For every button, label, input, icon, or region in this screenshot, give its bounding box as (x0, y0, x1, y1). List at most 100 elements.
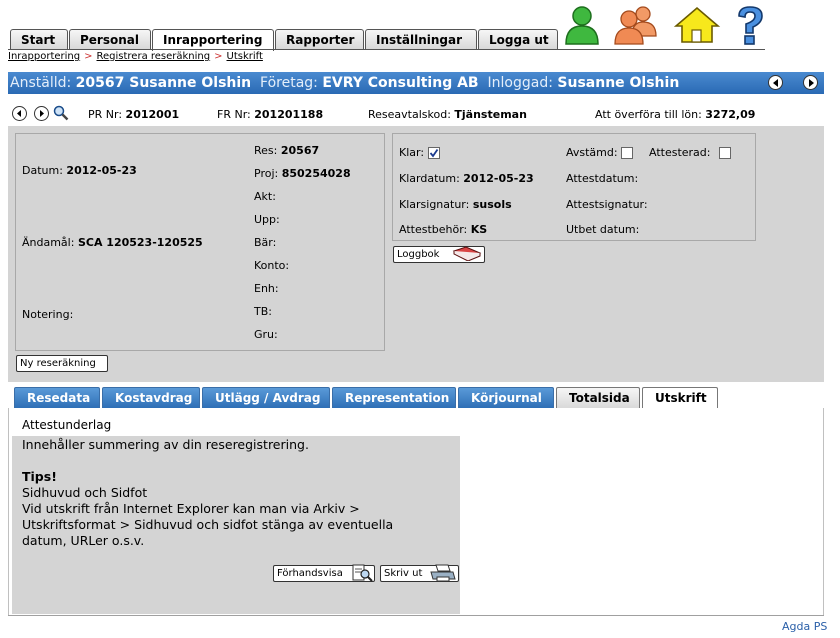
users-group-icon[interactable] (612, 4, 657, 46)
andamal-label: Ändamål: (22, 236, 75, 249)
tab-utskrift[interactable]: Utskrift (642, 387, 718, 409)
klar-field: Klar: (399, 146, 440, 159)
home-icon[interactable] (672, 4, 721, 46)
avstamd-checkbox[interactable] (621, 147, 634, 159)
nav-tab-personal[interactable]: Personal (69, 29, 151, 50)
employee-label: Anställd: (10, 75, 72, 91)
section-tabs: Resedata Kostavdrag Utlägg / Avdrag Repr… (14, 387, 720, 409)
company-label: Företag: (260, 75, 318, 91)
next-record-icon[interactable] (34, 106, 49, 121)
bar-label: Bär: (254, 236, 277, 249)
nav-tab-installningar[interactable]: Inställningar (365, 29, 477, 50)
nav-tab-rapporter[interactable]: Rapporter (275, 29, 364, 50)
andamal-field: Ändamål: SCA 120523-120525 (22, 236, 203, 249)
preview-icon (352, 564, 373, 582)
breadcrumb: Inrapportering > Registrera reseräkning > Ut… (8, 51, 263, 62)
proj-value: 850254028 (281, 167, 351, 180)
pr-value: 2012001 (125, 108, 180, 121)
klardatum-label: Klardatum: (399, 172, 460, 185)
enh-label: Enh: (254, 282, 279, 295)
avstamd-field: Avstämd: (566, 146, 634, 159)
footer-divider (8, 615, 824, 616)
tab-representation[interactable]: Representation (332, 387, 456, 408)
avstamd-label: Avstämd: (566, 146, 618, 159)
gru-label: Gru: (254, 328, 278, 341)
utbet-datum-label: Utbet datum: (566, 223, 640, 236)
print-label: Skriv ut (384, 568, 423, 579)
nav-tab-logga-ut[interactable]: Logga ut (478, 29, 558, 50)
klardatum-value: 2012-05-23 (463, 172, 534, 185)
travel-agreement-code: Reseavtalskod: Tjänsteman (368, 108, 527, 121)
tab-utlagg-avdrag[interactable]: Utlägg / Avdrag (202, 387, 330, 408)
klar-checkbox[interactable] (427, 147, 440, 159)
klar-label: Klar: (399, 146, 425, 159)
footer-brand: Agda PS (782, 620, 828, 633)
proj-field: Proj: 850254028 (254, 167, 351, 180)
res-label: Res: (254, 144, 278, 157)
salary-transfer-amount: Att överföra till lön: 3272,09 (595, 108, 755, 121)
nav-tab-start[interactable]: Start (10, 29, 68, 50)
notering-label: Notering: (22, 308, 74, 321)
nav-tab-inrapportering[interactable]: Inrapportering (152, 29, 274, 51)
attesterad-field: Attesterad: (649, 146, 731, 159)
attesterad-label: Attesterad: (649, 146, 711, 159)
search-icon[interactable] (53, 105, 69, 121)
previous-record-icon[interactable] (12, 106, 27, 121)
employee-header-bar: Anställd: 20567 Susanne Olshin Företag: … (8, 72, 824, 94)
logged-in-value: Susanne Olshin (557, 75, 680, 91)
breadcrumb-utskrift[interactable]: Utskrift (227, 51, 263, 62)
user-icon[interactable] (560, 4, 604, 46)
breadcrumb-registrera[interactable]: Registrera reseräkning (97, 51, 211, 62)
nav-underline (8, 49, 765, 50)
next-arrow-icon[interactable] (803, 75, 818, 90)
res-field: Res: 20567 (254, 144, 319, 157)
tips-line-3: Utskriftsformat > Sidhuvud och sidfot st… (22, 517, 394, 532)
transfer-label: Att överföra till lön: (595, 108, 702, 121)
tab-totalsida[interactable]: Totalsida (556, 387, 640, 408)
res-value: 20567 (280, 144, 320, 157)
tab-resedata[interactable]: Resedata (14, 387, 100, 408)
fr-value: 201201188 (254, 108, 324, 121)
proj-label: Proj: (254, 167, 279, 180)
klardatum-field: Klardatum: 2012-05-23 (399, 172, 534, 185)
code-value: Tjänsteman (454, 108, 527, 121)
tab-kostavdrag[interactable]: Kostavdrag (102, 387, 200, 408)
help-icon[interactable] (733, 4, 777, 46)
print-button[interactable]: Skriv ut (380, 564, 459, 582)
employee-value: 20567 Susanne Olshin (75, 75, 252, 91)
logged-in-label: Inloggad: (487, 75, 553, 91)
new-travel-expense-button[interactable]: Ny reseräkning (16, 355, 108, 372)
main-nav: Start Personal Inrapportering Rapporter … (10, 29, 559, 51)
attestdatum-label: Attestdatum: (566, 172, 639, 185)
konto-label: Konto: (254, 259, 290, 272)
tips-line-2: Vid utskrift från Internet Explorer kan … (22, 501, 360, 516)
summary-text: Innehåller summering av din reseregistre… (22, 437, 309, 452)
previous-arrow-icon[interactable] (768, 75, 783, 90)
fr-number: FR Nr: 201201188 (217, 108, 323, 121)
klarsignatur-value: susols (472, 198, 512, 211)
akt-label: Akt: (254, 190, 276, 203)
datum-label: Datum: (22, 164, 63, 177)
attestbehor-label: Attestbehör: (399, 223, 468, 236)
preview-button[interactable]: Förhandsvisa (273, 564, 375, 582)
tab-korjournal[interactable]: Körjournal (458, 387, 554, 408)
loggbok-label: Loggbok (397, 249, 440, 260)
upp-label: Upp: (254, 213, 280, 226)
klarsignatur-label: Klarsignatur: (399, 198, 470, 211)
content-text: Innehåller summering av din reseregistre… (22, 437, 458, 549)
printer-icon (430, 564, 456, 582)
transfer-value: 3272,09 (705, 108, 756, 121)
attesterad-checkbox[interactable] (719, 147, 731, 159)
attestbehor-field: Attestbehör: KS (399, 223, 487, 236)
breadcrumb-separator: > (84, 51, 93, 62)
datum-value: 2012-05-23 (66, 164, 137, 177)
content-heading: Attestunderlag (22, 418, 112, 432)
loggbok-button[interactable]: Loggbok (393, 246, 485, 263)
tb-label: TB: (254, 305, 272, 318)
preview-label: Förhandsvisa (277, 568, 343, 579)
code-label: Reseavtalskod: (368, 108, 451, 121)
breadcrumb-inrapportering[interactable]: Inrapportering (8, 51, 80, 62)
klarsignatur-field: Klarsignatur: susols (399, 198, 512, 211)
tips-title: Tips! (22, 469, 57, 484)
fr-label: FR Nr: (217, 108, 251, 121)
